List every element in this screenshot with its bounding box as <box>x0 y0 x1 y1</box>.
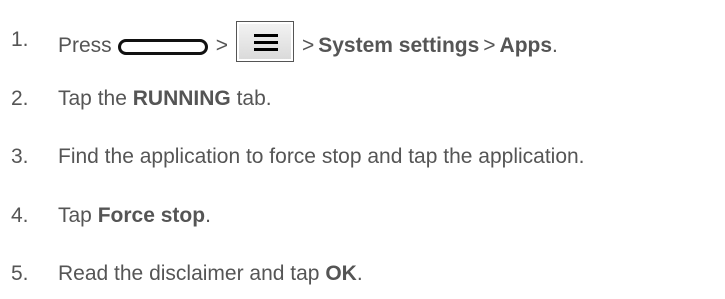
step-text: Tap the RUNNING tab. <box>58 87 272 111</box>
ok-label: OK <box>325 262 357 285</box>
text-before: Tap the <box>58 87 127 110</box>
step-number: 4. <box>11 204 29 227</box>
home-button-icon <box>117 38 208 55</box>
instruction-steps: 1. Press > > System settings > Apps. 2. … <box>0 0 725 299</box>
system-settings-label: System settings <box>318 33 480 57</box>
period: . <box>552 33 558 57</box>
menu-button-icon <box>235 21 294 62</box>
separator: > <box>483 33 496 57</box>
separator: > <box>301 33 315 57</box>
step-text: Press > > System settings > Apps. <box>58 21 558 66</box>
text-before: Tap <box>58 204 92 227</box>
text-before: Read the disclaimer and tap <box>58 262 320 285</box>
step-number: 1. <box>11 28 29 51</box>
step-text: Tap Force stop. <box>58 204 211 228</box>
step-number: 2. <box>11 87 29 110</box>
text-after: . <box>356 262 363 285</box>
running-tab-label: RUNNING <box>132 87 231 110</box>
apps-label: Apps <box>499 33 553 57</box>
step-number: 3. <box>11 145 29 168</box>
text-after: . <box>205 204 211 227</box>
text-after: tab. <box>236 87 272 110</box>
press-text: Press <box>58 33 112 57</box>
step-number: 5. <box>11 262 29 285</box>
step-text: Find the application to force stop and t… <box>58 145 585 168</box>
force-stop-label: Force stop <box>97 204 206 227</box>
step-text: Read the disclaimer and tap OK. <box>58 262 363 286</box>
separator: > <box>215 33 228 57</box>
